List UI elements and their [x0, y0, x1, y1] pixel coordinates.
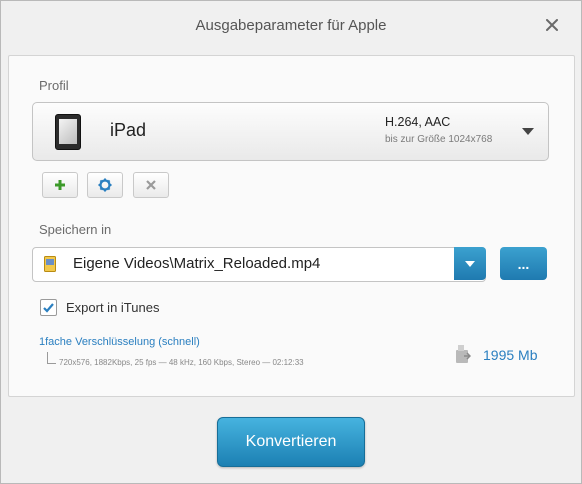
title-bar: Ausgabeparameter für Apple: [1, 1, 581, 53]
ipad-icon: [55, 114, 81, 150]
profile-size-limit: bis zur Größe 1024x768: [385, 134, 493, 145]
save-path-text: Eigene Videos\Matrix_Reloaded.mp4: [73, 255, 321, 272]
add-profile-button[interactable]: [42, 172, 78, 198]
checkmark-icon: [43, 303, 54, 313]
plus-icon: [55, 180, 65, 190]
file-size-icon: [456, 345, 471, 363]
encoding-mode-link[interactable]: 1fache Verschlüsselung (schnell): [39, 336, 200, 348]
delete-profile-button[interactable]: [133, 172, 169, 198]
profile-section-label: Profil: [39, 78, 69, 93]
browse-button[interactable]: ...: [500, 247, 547, 280]
profile-codec: H.264, AAC: [385, 115, 451, 129]
output-parameters-dialog: Ausgabeparameter für Apple Profil iPad H…: [0, 0, 582, 484]
output-size: 1995 Mb: [483, 347, 538, 363]
itunes-checkbox[interactable]: [40, 299, 57, 316]
save-path-field[interactable]: Eigene Videos\Matrix_Reloaded.mp4: [32, 247, 486, 282]
dialog-title: Ausgabeparameter für Apple: [195, 17, 387, 34]
x-icon: [146, 180, 156, 190]
path-dropdown-button[interactable]: [454, 247, 486, 280]
itunes-label: Export in iTunes: [66, 300, 160, 315]
profile-selector[interactable]: iPad H.264, AAC bis zur Größe 1024x768: [32, 102, 549, 161]
tree-connector: [47, 352, 56, 364]
settings-panel: Profil iPad H.264, AAC bis zur Größe 102…: [8, 55, 575, 397]
gear-icon: [98, 178, 112, 192]
convert-button[interactable]: Konvertieren: [217, 417, 365, 467]
close-icon: [546, 19, 558, 31]
save-section-label: Speichern in: [39, 222, 112, 237]
chevron-down-icon: [465, 260, 475, 267]
encoding-details: 720x576, 1882Kbps, 25 fps — 48 kHz, 160 …: [59, 358, 304, 367]
close-button[interactable]: [541, 14, 563, 36]
file-icon: [44, 256, 56, 272]
chevron-down-icon: [522, 128, 534, 135]
profile-settings-button[interactable]: [87, 172, 123, 198]
profile-name: iPad: [110, 120, 147, 140]
